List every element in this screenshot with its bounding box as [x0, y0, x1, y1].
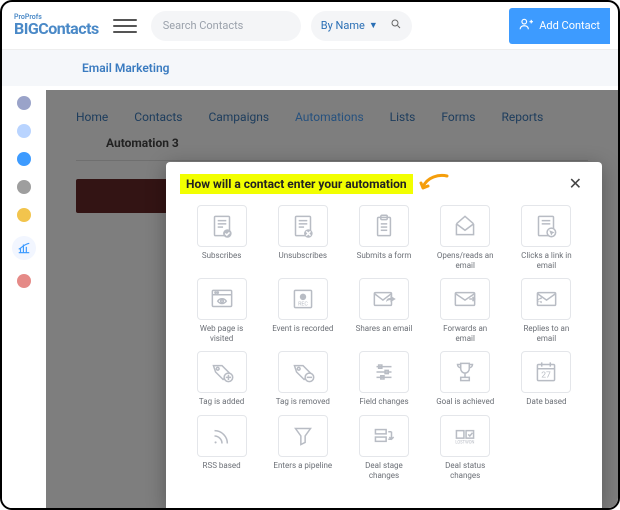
rail-reports-icon[interactable] [12, 236, 36, 260]
trigger-label: Opens/reads an email [433, 251, 497, 270]
trigger-field-changes[interactable]: Field changes [346, 351, 421, 407]
search-filter-dropdown[interactable]: By Name ▼ [311, 11, 412, 41]
trigger-submits-form[interactable]: Submits a form [346, 205, 421, 270]
section-header: Email Marketing [2, 50, 618, 86]
trigger-label: Shares an email [356, 324, 413, 334]
trigger-label: Forwards an email [433, 324, 497, 343]
rail-dot-1[interactable] [17, 96, 31, 110]
trigger-label: Tag is removed [276, 397, 330, 407]
rail-dot-6[interactable] [17, 274, 31, 288]
tag-plus-icon [197, 351, 247, 393]
envelope-reply-icon [521, 278, 571, 320]
trigger-clicks-link[interactable]: Clicks a link in email [509, 205, 584, 270]
tag-minus-icon [278, 351, 328, 393]
trigger-enters-pipeline[interactable]: Enters a pipeline [265, 415, 340, 480]
trigger-forwards-email[interactable]: Forwards an email [428, 278, 503, 343]
logo: ProProfs BIGContacts [10, 14, 99, 37]
rail-dot-5[interactable] [17, 208, 31, 222]
trigger-label: Web page is visited [190, 324, 254, 343]
trigger-date-based[interactable]: 27 Date based [509, 351, 584, 407]
trigger-rss-based[interactable]: RSS based [184, 415, 259, 480]
doc-x-icon [278, 205, 328, 247]
trigger-label: RSS based [203, 461, 241, 471]
top-bar: ProProfs BIGContacts Search Contacts By … [2, 2, 618, 50]
trigger-subscribes[interactable]: Subscribes [184, 205, 259, 270]
add-user-icon [519, 17, 533, 34]
rail-dot-2[interactable] [17, 124, 31, 138]
sliders-icon [359, 351, 409, 393]
trigger-label: Subscribes [202, 251, 242, 261]
trigger-label: Field changes [359, 397, 408, 407]
side-rail [2, 90, 46, 508]
trigger-label: Tag is added [199, 397, 244, 407]
doc-check-icon [197, 205, 247, 247]
trigger-replies-email[interactable]: Replies to an email [509, 278, 584, 343]
trophy-icon [440, 351, 490, 393]
trigger-label: Clicks a link in email [514, 251, 578, 270]
close-button[interactable]: ✕ [563, 172, 588, 195]
trigger-goal-achieved[interactable]: Goal is achieved [428, 351, 503, 407]
stage-icon [359, 415, 409, 457]
caret-down-icon: ▼ [369, 20, 378, 31]
trigger-grid: Subscribes Unsubscribes Submits a form Open… [166, 201, 602, 508]
status-icon [440, 415, 490, 457]
search-placeholder: Search Contacts [163, 19, 244, 32]
trigger-tag-removed[interactable]: Tag is removed [265, 351, 340, 407]
envelope-open-icon [440, 205, 490, 247]
envelope-share-icon [359, 278, 409, 320]
trigger-label: Submits a form [357, 251, 412, 261]
calendar-icon: 27 [521, 351, 571, 393]
logo-title: BIGContacts [14, 21, 99, 37]
trigger-webpage-visited[interactable]: Web page is visited [184, 278, 259, 343]
svg-text:27: 27 [542, 371, 552, 381]
search-input[interactable]: Search Contacts [151, 11, 301, 41]
modal-title: How will a contact enter your automation [180, 174, 413, 194]
trigger-label: Unsubscribes [279, 251, 327, 261]
rec-icon [278, 278, 328, 320]
modal-header: How will a contact enter your automation… [166, 162, 602, 201]
trigger-label: Replies to an email [514, 324, 578, 343]
filter-label: By Name [321, 19, 365, 32]
clipboard-icon [359, 205, 409, 247]
add-contact-button[interactable]: Add Contact [509, 8, 610, 44]
envelope-fwd-icon [440, 278, 490, 320]
callout-arrow-icon [419, 173, 449, 195]
rail-dot-3[interactable] [17, 152, 31, 166]
trigger-label: Event is recorded [272, 324, 333, 334]
trigger-label: Date based [526, 397, 566, 407]
trigger-deal-status[interactable]: Deal status changes [428, 415, 503, 480]
trigger-shares-email[interactable]: Shares an email [346, 278, 421, 343]
trigger-deal-stage[interactable]: Deal stage changes [346, 415, 421, 480]
trigger-event-recorded[interactable]: Event is recorded [265, 278, 340, 343]
trigger-label: Enters a pipeline [273, 461, 332, 471]
trigger-unsubscribes[interactable]: Unsubscribes [265, 205, 340, 270]
search-icon[interactable] [390, 18, 402, 33]
trigger-opens-email[interactable]: Opens/reads an email [428, 205, 503, 270]
add-contact-label: Add Contact [539, 19, 600, 32]
browser-eye-icon [197, 278, 247, 320]
funnel-icon [278, 415, 328, 457]
trigger-label: Deal stage changes [352, 461, 416, 480]
rail-dot-4[interactable] [17, 180, 31, 194]
hamburger-icon[interactable] [113, 15, 137, 37]
section-title: Email Marketing [82, 61, 169, 75]
trigger-modal: How will a contact enter your automation… [166, 162, 602, 508]
rss-icon [197, 415, 247, 457]
doc-cursor-icon [521, 205, 571, 247]
trigger-label: Deal status changes [433, 461, 497, 480]
trigger-label: Goal is achieved [436, 397, 494, 407]
trigger-tag-added[interactable]: Tag is added [184, 351, 259, 407]
